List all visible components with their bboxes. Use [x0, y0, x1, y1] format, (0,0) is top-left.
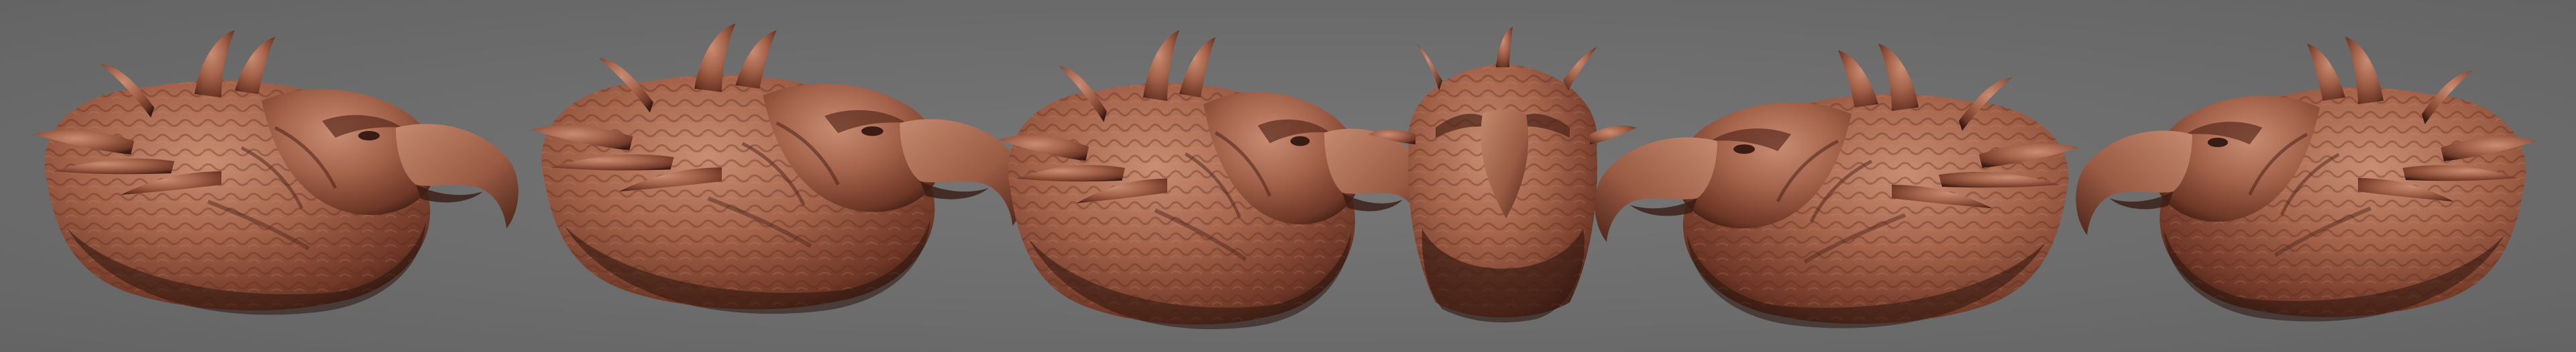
- viewport-canvas: [0, 0, 2576, 352]
- front-three-quarter-view: [998, 30, 1434, 329]
- front-view: [1368, 27, 1637, 322]
- right-rear-view: [2076, 37, 2536, 322]
- right-three-quarter-view: [1595, 44, 2080, 328]
- sculpt-turnaround: [0, 0, 2576, 352]
- left-three-quarter-view: [34, 30, 519, 315]
- left-profile-view: [530, 24, 1024, 314]
